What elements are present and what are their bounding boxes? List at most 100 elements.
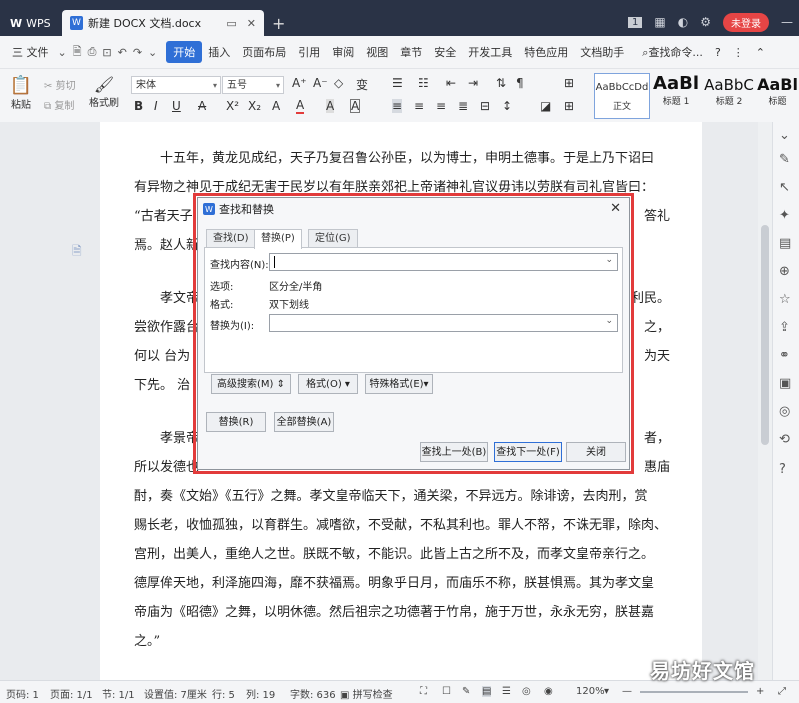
spellcheck-button[interactable]: ▣ 拼写检查 (340, 686, 393, 701)
sort-icon[interactable]: ⇅ (496, 76, 506, 90)
wps-home-tab[interactable]: W WPS (4, 10, 62, 36)
outline-icon[interactable]: ☰ (502, 686, 511, 697)
collapse-icon[interactable]: ⌄ (779, 128, 790, 143)
status-words[interactable]: 字数: 636 (290, 686, 336, 701)
restore-tab-icon[interactable]: ▭ (226, 17, 236, 30)
new-tab-button[interactable]: + (272, 14, 285, 33)
menu-item-special[interactable]: 特色应用 (518, 44, 574, 60)
zoom-dropdown-icon[interactable]: ▾ (604, 686, 609, 697)
border-icon[interactable]: ⊞ (564, 76, 574, 90)
zoom-level[interactable]: 120% (576, 686, 605, 697)
page-icon[interactable]: ▤ (779, 236, 791, 251)
select-icon[interactable]: ↖ (779, 180, 790, 195)
tab-goto[interactable]: 定位(G) (308, 229, 358, 248)
menu-item-chapter[interactable]: 章节 (394, 44, 428, 60)
close-button[interactable]: 关闭 (566, 442, 626, 462)
copy-button[interactable]: ⧉ 复制 (44, 97, 74, 112)
menu-item-start[interactable]: 开始 (166, 41, 203, 63)
fit-icon[interactable]: ⤢ (778, 686, 786, 697)
advanced-search-button[interactable]: 高级搜索(M) ⇕ (211, 374, 291, 394)
paste-button[interactable]: 📋 粘贴 (8, 75, 34, 111)
char-border-icon[interactable]: A (350, 99, 361, 113)
paragraph-marker-icon[interactable]: 🗎 (72, 242, 82, 263)
chevron-down-icon[interactable]: ⌄ (55, 46, 70, 59)
menu-item-review[interactable]: 审阅 (326, 44, 360, 60)
cut-button[interactable]: ✂ 剪切 (44, 77, 76, 92)
subscript-icon[interactable]: X₂ (248, 99, 261, 113)
strikethrough-icon[interactable]: A (198, 99, 206, 113)
link-icon[interactable]: ⚭ (779, 348, 790, 363)
skin-icon[interactable]: ◐ (678, 15, 688, 29)
menu-item-references[interactable]: 引用 (292, 44, 326, 60)
menu-item-doc-assistant[interactable]: 文档助手 (574, 44, 630, 60)
close-icon[interactable]: ✕ (610, 201, 621, 216)
superscript-icon[interactable]: X² (226, 99, 239, 113)
star-icon[interactable]: ☆ (779, 292, 791, 307)
menu-item-insert[interactable]: 插入 (202, 44, 236, 60)
image-icon[interactable]: ▣ (779, 376, 791, 391)
numbered-list-icon[interactable]: ☷ (418, 76, 429, 90)
print-icon[interactable]: ⎙ (85, 45, 100, 59)
align-left-icon[interactable]: ≡ (392, 99, 403, 113)
style-icon[interactable]: ✦ (779, 208, 790, 223)
chevron-down-icon[interactable]: ⌄ (145, 46, 160, 59)
command-search[interactable]: ⌕查找命令... (636, 44, 709, 60)
justify-icon[interactable]: ≣ (458, 99, 468, 113)
print-preview-icon[interactable]: ⊡ (99, 46, 114, 59)
style-heading-1[interactable]: AaBl 标题 1 (650, 73, 702, 117)
zoom-slider[interactable] (640, 691, 748, 693)
file-menu[interactable]: 三 文件 (6, 44, 55, 60)
borders-icon[interactable]: ⊞ (564, 99, 574, 113)
style-heading-2[interactable]: AaBbC 标题 2 (702, 73, 756, 117)
settings-icon[interactable]: ⚙ (700, 15, 711, 29)
zoom-out-icon[interactable]: — (622, 686, 632, 697)
shrink-font-icon[interactable]: A⁻ (313, 76, 328, 90)
font-name-select[interactable]: 宋体 ▾ (131, 76, 221, 94)
align-center-icon[interactable]: ≡ (414, 99, 424, 113)
menu-item-page-layout[interactable]: 页面布局 (236, 44, 292, 60)
special-format-button[interactable]: 特殊格式(E)▾ (365, 374, 433, 394)
zoom-in-icon[interactable]: + (756, 686, 764, 697)
pen-icon[interactable]: ✎ (779, 152, 790, 167)
dialog-title-bar[interactable]: W 查找和替换 ✕ (198, 198, 629, 220)
bold-icon[interactable]: B (134, 99, 143, 113)
find-previous-button[interactable]: 查找上一处(B) (420, 442, 488, 462)
scrollbar-thumb[interactable] (761, 225, 769, 445)
share-icon[interactable]: ⇪ (779, 320, 790, 335)
page-view-icon[interactable]: ▤ (482, 686, 492, 697)
redo-icon[interactable]: ↷ (130, 46, 145, 59)
replace-button[interactable]: 替换(R) (206, 412, 266, 432)
help-icon[interactable]: ? (709, 46, 727, 59)
save-icon[interactable]: 🗎 (70, 43, 85, 62)
font-size-select[interactable]: 五号 ▾ (222, 76, 284, 94)
location-icon[interactable]: ◎ (779, 404, 790, 419)
grid-icon[interactable]: ▦ (654, 15, 665, 29)
reading-icon[interactable]: ☐ (442, 686, 451, 697)
char-shading-icon[interactable]: A (326, 99, 335, 113)
font-color-icon[interactable]: A (296, 99, 305, 114)
undo-icon[interactable]: ↶ (115, 46, 130, 59)
underline-icon[interactable]: U (172, 99, 181, 113)
menu-item-developer[interactable]: 开发工具 (462, 44, 518, 60)
clear-format-icon[interactable]: ◇ (334, 76, 343, 90)
more-icon[interactable]: ⋮ (727, 46, 750, 59)
close-tab-icon[interactable]: ✕ (247, 17, 256, 30)
line-spacing-icon[interactable]: ↕ (502, 99, 512, 113)
translate-icon[interactable]: ⊕ (779, 264, 790, 279)
grow-font-icon[interactable]: A⁺ (292, 76, 307, 90)
align-right-icon[interactable]: ≡ (436, 99, 446, 113)
decrease-indent-icon[interactable]: ⇤ (446, 76, 456, 90)
replace-all-button[interactable]: 全部替换(A) (274, 412, 334, 432)
find-content-input[interactable]: ⌄ (269, 253, 618, 271)
history-icon[interactable]: ⟲ (779, 432, 790, 447)
chevron-down-icon[interactable]: ⌄ (605, 255, 613, 265)
menu-item-security[interactable]: 安全 (428, 44, 462, 60)
style-title[interactable]: AaBl 标题 (756, 73, 799, 117)
login-button[interactable]: 未登录 (723, 12, 769, 32)
write-icon[interactable]: ✎ (462, 686, 470, 697)
bullet-list-icon[interactable]: ☰ (392, 76, 403, 90)
collapse-ribbon-icon[interactable]: ⌃ (750, 46, 771, 59)
phonetic-icon[interactable]: 变 (356, 76, 368, 93)
italic-icon[interactable]: I (154, 99, 158, 113)
replace-with-input[interactable]: ⌄ (269, 314, 618, 332)
